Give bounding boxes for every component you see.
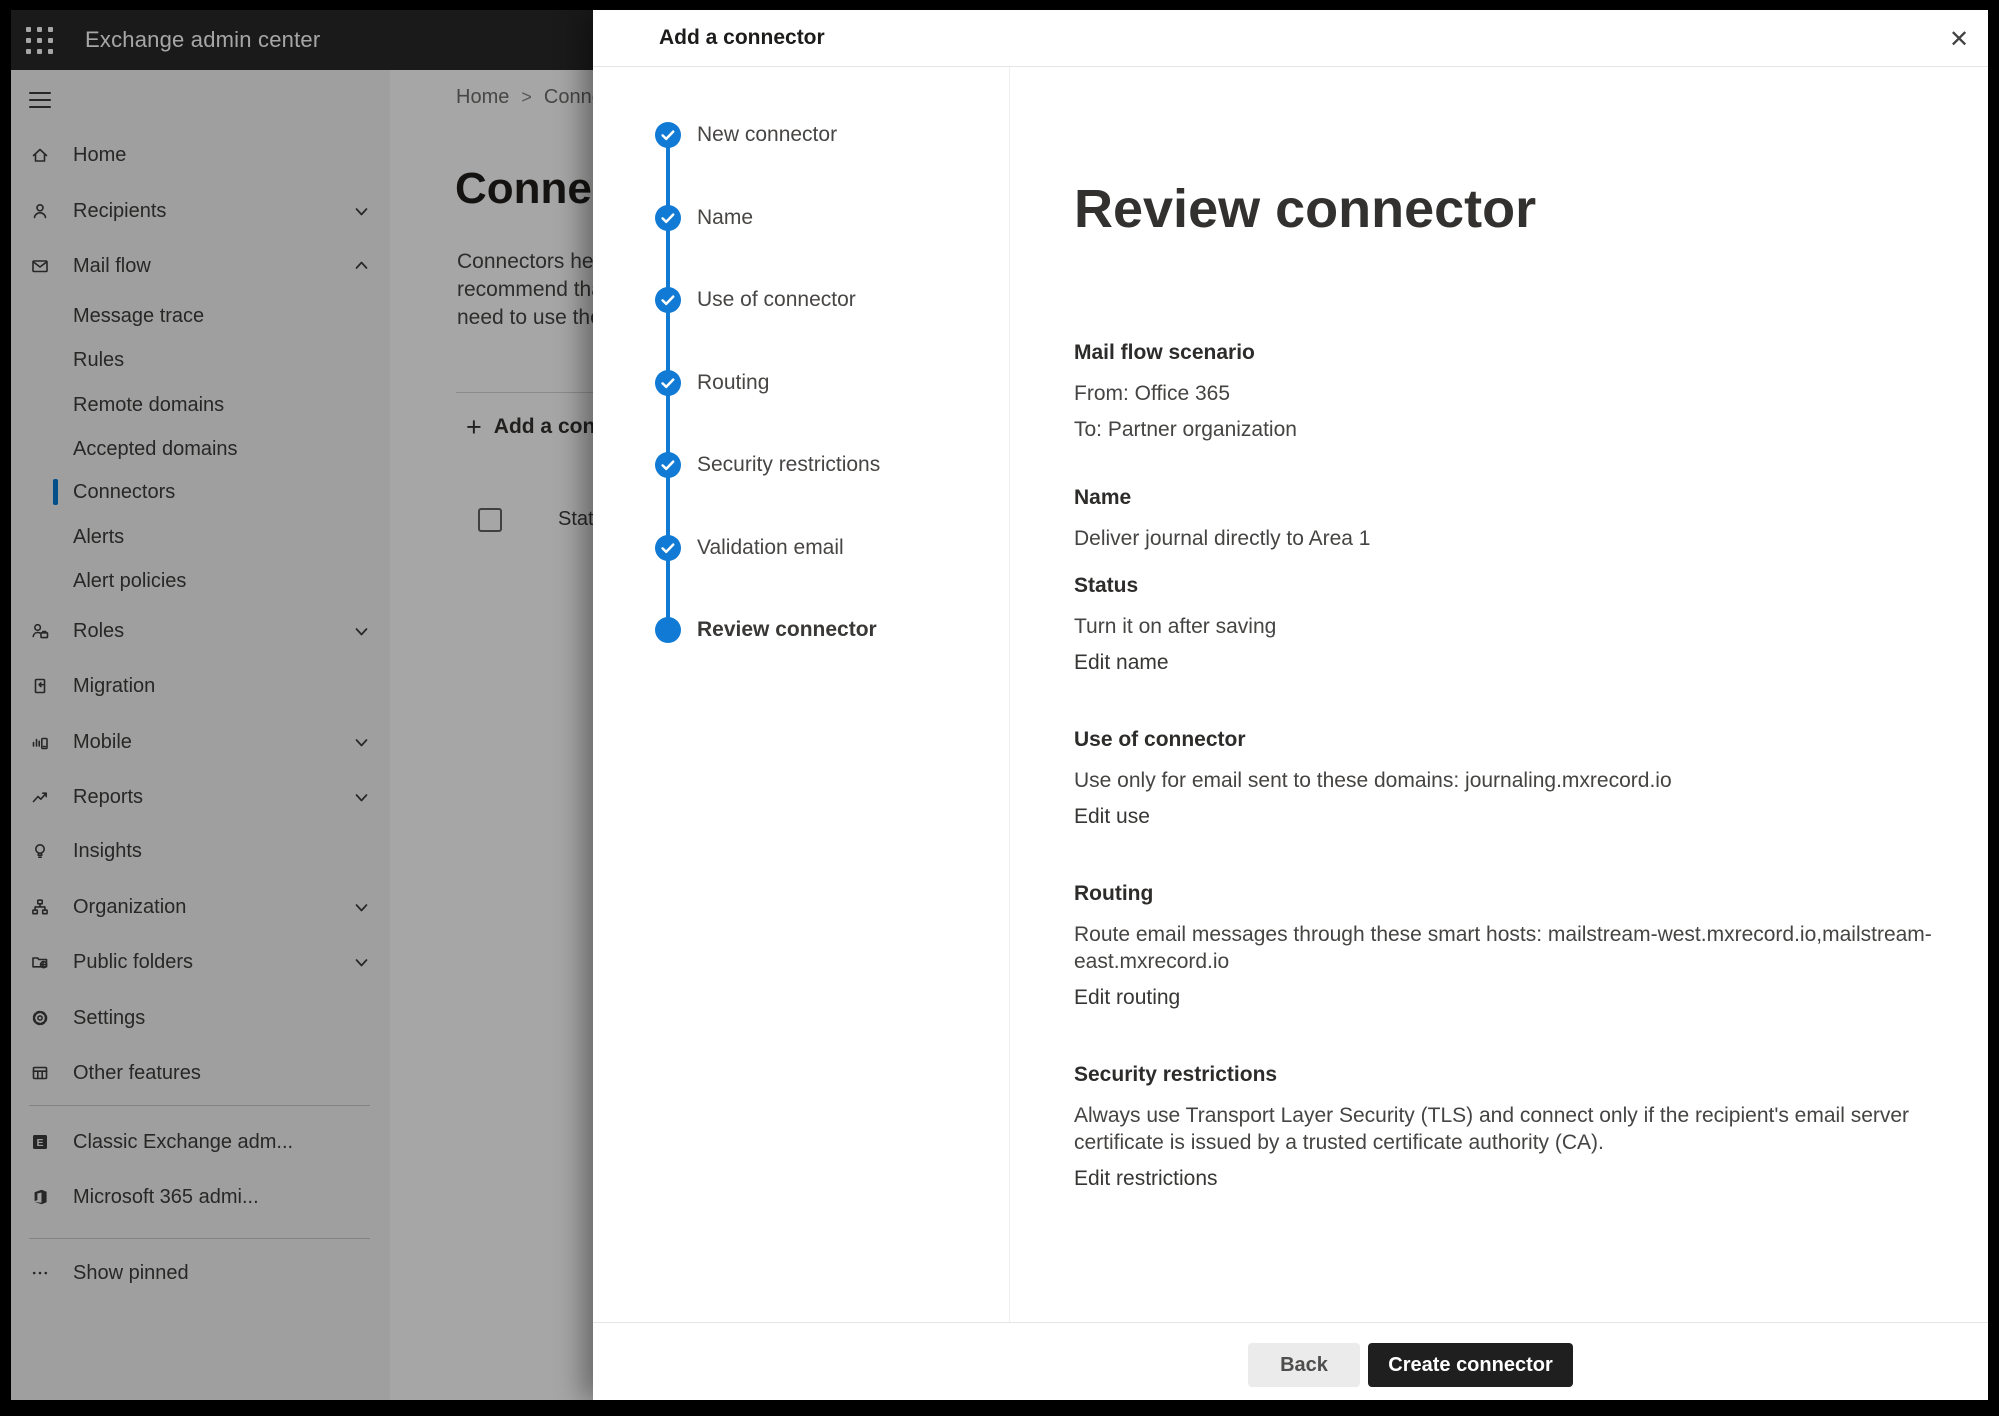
step-label: New connector	[697, 123, 837, 147]
step-security-restrictions[interactable]: Security restrictions	[593, 424, 1009, 506]
step-label: Validation email	[697, 536, 844, 560]
step-review-connector[interactable]: Review connector	[593, 589, 1009, 671]
section-text-line: certificate is issued by a trusted certi…	[1074, 1129, 1904, 1156]
section-text-line: Deliver journal directly to Area 1	[1074, 525, 1904, 552]
edit-use-link[interactable]: Edit use	[1074, 803, 1150, 830]
review-title: Review connector	[1074, 179, 1904, 239]
add-connector-modal: Add a connector ✕ New connectorNameUse o…	[593, 10, 1988, 1400]
section-heading: Security restrictions	[1074, 1062, 1904, 1088]
step-done-check-icon	[655, 287, 681, 313]
section-text-line: Turn it on after saving	[1074, 613, 1904, 640]
step-routing[interactable]: Routing	[593, 342, 1009, 424]
section-text-line: Always use Transport Layer Security (TLS…	[1074, 1102, 1904, 1129]
step-label: Name	[697, 206, 753, 230]
section-text: Always use Transport Layer Security (TLS…	[1074, 1102, 1904, 1156]
section-text-line: Route email messages through these smart…	[1074, 921, 1904, 948]
edit-restrictions-link[interactable]: Edit restrictions	[1074, 1165, 1218, 1192]
section-heading: Use of connector	[1074, 727, 1904, 753]
section-text: Turn it on after saving	[1074, 613, 1904, 640]
section-heading: Status	[1074, 573, 1904, 599]
edit-routing-link[interactable]: Edit routing	[1074, 984, 1180, 1011]
step-use-of-connector[interactable]: Use of connector	[593, 259, 1009, 341]
step-done-check-icon	[655, 452, 681, 478]
stepper-content-divider	[1009, 67, 1010, 1323]
section-text: Deliver journal directly to Area 1	[1074, 525, 1904, 552]
review-pane: Review connector Mail flow scenario From:…	[1074, 179, 1904, 1201]
screenshot-frame: Exchange admin center HomeRecipientsMail…	[0, 0, 1999, 1416]
section-heading: Mail flow scenario	[1074, 340, 1904, 366]
section-text-line: east.mxrecord.io	[1074, 948, 1904, 975]
section-text: From: Office 365	[1074, 380, 1904, 407]
step-done-check-icon	[655, 122, 681, 148]
section-text: Route email messages through these smart…	[1074, 921, 1904, 975]
create-connector-button[interactable]: Create connector	[1368, 1343, 1573, 1387]
step-label: Routing	[697, 371, 769, 395]
wizard-stepper: New connector Name Use of connector Routing…	[593, 10, 1009, 1400]
step-done-check-icon	[655, 205, 681, 231]
section-text-line: Use only for email sent to these domains…	[1074, 767, 1904, 794]
edit-name-link[interactable]: Edit name	[1074, 649, 1169, 676]
step-label: Security restrictions	[697, 453, 880, 477]
section-text: Use only for email sent to these domains…	[1074, 767, 1904, 794]
step-label: Review connector	[697, 618, 877, 642]
section-text-line: From: Office 365	[1074, 380, 1904, 407]
step-label: Use of connector	[697, 288, 856, 312]
step-name[interactable]: Name	[593, 177, 1009, 259]
step-done-check-icon	[655, 535, 681, 561]
step-done-check-icon	[655, 370, 681, 396]
close-icon[interactable]: ✕	[1941, 22, 1977, 58]
section-heading: Name	[1074, 485, 1904, 511]
section-text-line: To: Partner organization	[1074, 416, 1904, 443]
exchange-admin-app: Exchange admin center HomeRecipientsMail…	[11, 10, 1988, 1400]
step-validation-email[interactable]: Validation email	[593, 507, 1009, 589]
step-current-dot-icon	[655, 617, 681, 643]
modal-footer: Back Create connector	[593, 1322, 1988, 1400]
review-sections: Mail flow scenario From: Office 365 To: Pa…	[1074, 340, 1904, 1201]
step-new-connector[interactable]: New connector	[593, 94, 1009, 176]
back-button[interactable]: Back	[1248, 1343, 1360, 1387]
section-heading: Routing	[1074, 881, 1904, 907]
section-text: To: Partner organization	[1074, 416, 1904, 443]
